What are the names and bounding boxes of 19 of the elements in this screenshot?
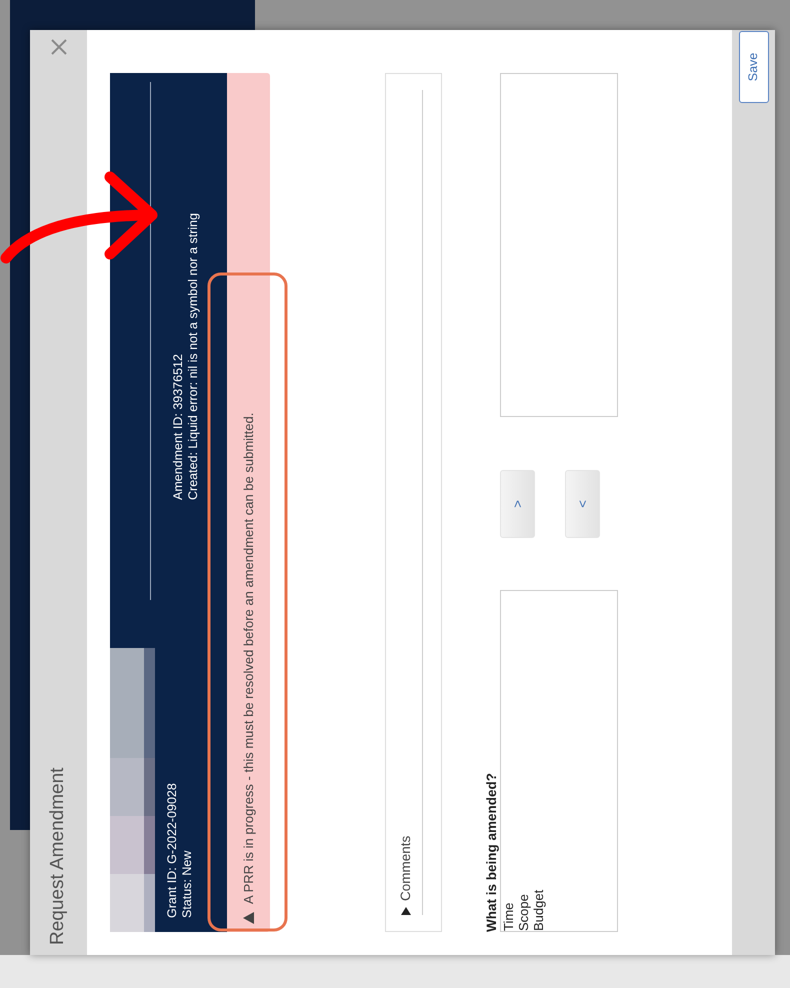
alert-text: A PRR is in progress - this must be resolved before an amendment can be submitted.: [240, 412, 257, 904]
list-option[interactable]: Scope: [516, 591, 531, 931]
list-option[interactable]: Budget: [531, 591, 546, 931]
list-option[interactable]: Time: [501, 591, 516, 931]
selected-listbox[interactable]: [500, 73, 618, 417]
move-button[interactable]: <: [565, 470, 600, 538]
expand-icon[interactable]: [401, 907, 412, 915]
available-listbox[interactable]: Time Scope Budget: [500, 590, 618, 932]
status-text: Status: New: [180, 850, 195, 918]
field-label: What is being amended?: [483, 772, 500, 932]
dialog-title: Request Amendment: [46, 768, 70, 945]
amendment-id-text: Amendment ID: 39376512: [171, 353, 186, 500]
created-text: Created: Liquid error: nil is not a symbol nor a string: [186, 212, 201, 500]
save-button[interactable]: Save: [738, 31, 768, 103]
warning-icon: [243, 912, 254, 924]
comments-toggle[interactable]: Comments: [396, 836, 416, 901]
grant-id-text: Grant ID: G-2022-09028: [165, 782, 180, 918]
move-button[interactable]: >: [500, 470, 535, 538]
close-icon[interactable]: [50, 38, 68, 56]
